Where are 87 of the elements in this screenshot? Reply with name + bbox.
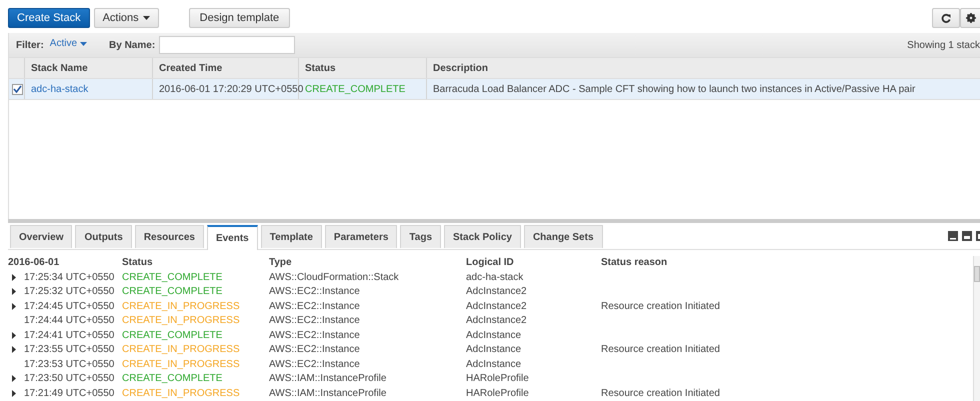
table-cell: HARoleProfile (466, 373, 529, 384)
table-cell: AdcInstance (466, 358, 522, 370)
panel-size-icon[interactable] (948, 231, 958, 241)
expand-icon[interactable] (12, 375, 16, 382)
column-header: Status (122, 256, 154, 268)
event-time: 17:24:44 UTC+0550 (24, 315, 114, 326)
tab[interactable]: Resources (134, 225, 204, 248)
table-cell: AWS::EC2::Instance (269, 286, 360, 298)
expand-icon[interactable] (12, 288, 16, 296)
expand-icon[interactable] (12, 346, 16, 354)
panel-size-icon[interactable] (962, 231, 972, 241)
status-text: CREATE_IN_PROGRESS (122, 358, 240, 370)
table-cell: Resource creation Initiated (601, 300, 720, 312)
expand-icon[interactable] (12, 274, 16, 281)
tab[interactable]: Template (260, 225, 322, 248)
column-header: Status (299, 58, 427, 78)
event-time: 17:24:45 UTC+0550 (24, 300, 114, 312)
event-time: 17:23:50 UTC+0550 (24, 373, 114, 384)
column-header: Description (432, 62, 490, 76)
table-cell: AWS::IAM::InstanceProfile (269, 388, 386, 399)
table-cell: AdcInstance (466, 330, 522, 341)
table-cell: AWS::EC2::Instance (269, 330, 360, 341)
filter-dropdown[interactable]: Active (50, 38, 88, 52)
column-header: Logical ID (466, 256, 515, 268)
event-time: 17:25:32 UTC+0550 (24, 286, 114, 298)
status-text: CREATE_IN_PROGRESS (122, 344, 240, 356)
create-button[interactable]: Create Stack (8, 8, 90, 28)
table-cell: AdcInstance2 (466, 286, 527, 298)
name-label: By Name: (109, 40, 156, 50)
column-header: Status reason (601, 256, 668, 268)
toolbar-button[interactable]: Design template (188, 8, 290, 28)
table-cell: AWS::EC2::Instance (269, 358, 360, 370)
tab[interactable]: Outputs (75, 225, 132, 248)
refresh-icon (941, 13, 951, 23)
table-cell: AWS::IAM::InstanceProfile (269, 373, 386, 384)
table-cell: AdcInstance2 (466, 300, 527, 312)
table-cell: AWS::CloudFormation::Stack (269, 272, 399, 283)
expand-icon[interactable] (12, 332, 16, 339)
column-header: Stack Name (25, 58, 153, 78)
stack-link[interactable]: adc-ha-stack (31, 84, 88, 94)
event-time: 17:25:34 UTC+0550 (24, 272, 114, 283)
table-cell: AWS::EC2::Instance (269, 344, 360, 356)
tab[interactable]: Tags (400, 225, 442, 248)
event-time: 17:23:53 UTC+0550 (24, 358, 114, 370)
expand-icon[interactable] (12, 302, 16, 310)
checkbox[interactable] (12, 84, 23, 94)
caret-icon (80, 42, 88, 46)
event-time: 17:24:41 UTC+0550 (24, 330, 114, 341)
table-cell: adc-ha-stack (466, 272, 524, 283)
status-text: CREATE_IN_PROGRESS (122, 300, 240, 312)
table-row[interactable]: adc-ha-stack 2016-06-01 17:20:29 UTC+0550 CREATE_COMPLETE Barracuda Load Balancer ADC - Sample CFT showing how to launch two instances in Active/Passive HA pair (9, 79, 980, 100)
expand-icon[interactable] (12, 390, 16, 397)
table-cell: Resource creation Initiated (601, 388, 720, 399)
tab[interactable]: Overview (10, 225, 72, 248)
refresh-button[interactable] (932, 8, 960, 28)
column-header: Type (269, 256, 293, 268)
table-cell: AdcInstance (466, 344, 522, 356)
table-cell: Barracuda Load Balancer ADC - Sample CFT showing how to launch two instances in Active/Passive HA pair (433, 84, 916, 94)
status-text: CREATE_COMPLETE (122, 373, 222, 384)
status-text: CREATE_COMPLETE (122, 272, 222, 283)
table-cell: 2016-06-01 17:20:29 UTC+0550 (159, 84, 304, 94)
dropdown-button[interactable]: Actions (94, 8, 159, 28)
column-header: 2016-06-01 (8, 256, 60, 268)
status-text: CREATE_COMPLETE (122, 286, 222, 298)
status-text: CREATE_COMPLETE (305, 84, 406, 94)
settings-button[interactable] (960, 8, 980, 28)
tab[interactable]: Parameters (324, 225, 398, 248)
column-header: Created Time (153, 58, 299, 78)
table-cell: AdcInstance2 (466, 315, 527, 326)
scrollbar[interactable] (973, 256, 980, 401)
tab[interactable]: Stack Policy (444, 225, 521, 248)
status-text: CREATE_IN_PROGRESS (122, 388, 240, 399)
gear-icon (966, 13, 976, 23)
table-cell: AWS::EC2::Instance (269, 315, 360, 326)
caret-icon (142, 16, 150, 20)
status-text: CREATE_COMPLETE (122, 330, 222, 341)
filter-label: Filter: (16, 40, 44, 50)
table-cell: Resource creation Initiated (601, 344, 720, 356)
table-cell: AWS::EC2::Instance (269, 300, 360, 312)
status-text: CREATE_IN_PROGRESS (122, 315, 240, 326)
tab[interactable]: Events (206, 225, 258, 250)
table-cell: HARoleProfile (466, 388, 529, 399)
event-time: 17:21:49 UTC+0550 (24, 388, 114, 399)
tab[interactable]: Change Sets (524, 225, 603, 248)
name-field[interactable] (159, 36, 296, 54)
event-time: 17:23:55 UTC+0550 (24, 344, 114, 356)
stack-count: Showing 1 stack (907, 40, 980, 50)
